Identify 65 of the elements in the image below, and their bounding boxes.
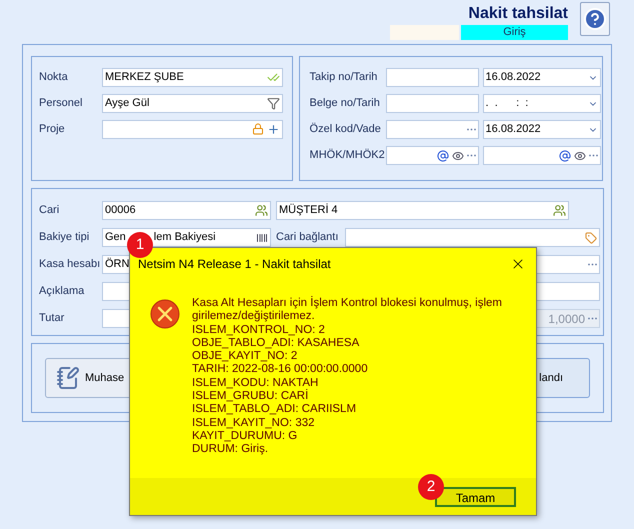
help-button[interactable] [580,2,610,36]
mode-status: Giriş [461,25,568,40]
account-code-field[interactable]: 00006 [102,201,271,220]
detail-line: ISLEM_KONTROL_NO: 2 [192,324,326,337]
detail-line: ISLEM_TABLO_ADI: CARIISLM [192,403,358,417]
notepad-icon [56,366,80,390]
ok-button[interactable]: Tamam [435,486,516,506]
field-label: Proje [39,122,66,138]
detail-line: ISLEM_GRUBU: CARİ [192,390,310,404]
eye-icon[interactable] [574,150,586,162]
detail-line: TARIH: 2022-08-16 00:00:00.0000 [192,363,369,377]
at-icon[interactable] [558,150,571,162]
at-icon[interactable] [436,150,449,162]
field-label: Açıklama [39,284,86,300]
filter-icon[interactable] [267,97,280,110]
error-icon [150,299,180,329]
field-label: Tutar [39,311,66,326]
code-field[interactable] [386,120,479,139]
date-field[interactable]: . . : : [482,94,601,113]
people-icon[interactable] [553,204,566,217]
detail-line: ISLEM_KODU: NAKTAH [192,376,320,389]
field-value: lem Bakiyesi [154,230,216,246]
tag-icon[interactable] [585,232,597,244]
dialog-title: Netsim N4 Release 1 - Nakit tahsilat [138,256,331,273]
field-label: Takip no/Tarih [310,70,378,86]
barcode-icon[interactable] [256,232,268,244]
form-title: Nakit tahsilat [468,4,568,24]
field-label: Kasa hesabı [39,257,102,272]
detail-line: OBJE_TABLO_ADI: KASAHESA [192,336,360,350]
account-name-field[interactable]: MÜŞTERİ 4 [276,201,569,220]
ellipsis-icon[interactable] [588,263,597,266]
text-field[interactable] [102,120,283,139]
field-label: MHÖK/MHÖK2 [310,148,382,164]
status-box [390,25,459,40]
field-label: Cari [39,203,60,218]
field-label: Bakiye tipi [39,230,90,246]
plus-icon[interactable] [267,123,280,136]
field-label: Özel kod/Vade [310,122,382,138]
date-field[interactable]: 16.08.2022 [482,120,601,139]
date-field[interactable]: 16.08.2022 [482,68,601,87]
detail-line: ISLEM_KAYIT_NO: 332 [192,416,316,430]
number-field[interactable] [386,94,479,113]
people-icon[interactable] [255,204,268,217]
ellipsis-icon[interactable] [466,154,476,157]
text-field[interactable]: MERKEZ ŞUBE [102,68,283,87]
number-field[interactable] [386,68,479,87]
mhok-field[interactable] [386,146,479,165]
detail-line: DURUM: Giriş. [192,443,270,457]
ellipsis-icon[interactable] [466,128,476,131]
field-label: Belge no/Tarih [310,96,381,112]
field-label: Nokta [39,70,69,86]
lock-icon[interactable] [252,123,264,135]
check-icon[interactable] [267,71,280,84]
text-field[interactable]: Ayşe Gül [102,94,283,113]
field-value: Gen [105,230,126,246]
ellipsis-icon[interactable] [588,317,597,320]
mhok2-field[interactable] [482,146,601,165]
account-link-field[interactable] [345,228,600,247]
field-label: Cari bağlantı [276,230,340,246]
error-message: Kasa Alt Hesapları için İşlem Kontrol blokesi konulmuş, işlem girilemez/değiştirilemez. [192,297,503,324]
detail-line: KAYIT_DURUMU: G [192,430,298,444]
detail-line: OBJE_KAYIT_NO: 2 [192,350,298,364]
field-label: Personel [39,96,84,112]
eye-icon[interactable] [452,150,464,162]
ellipsis-icon[interactable] [588,154,598,157]
